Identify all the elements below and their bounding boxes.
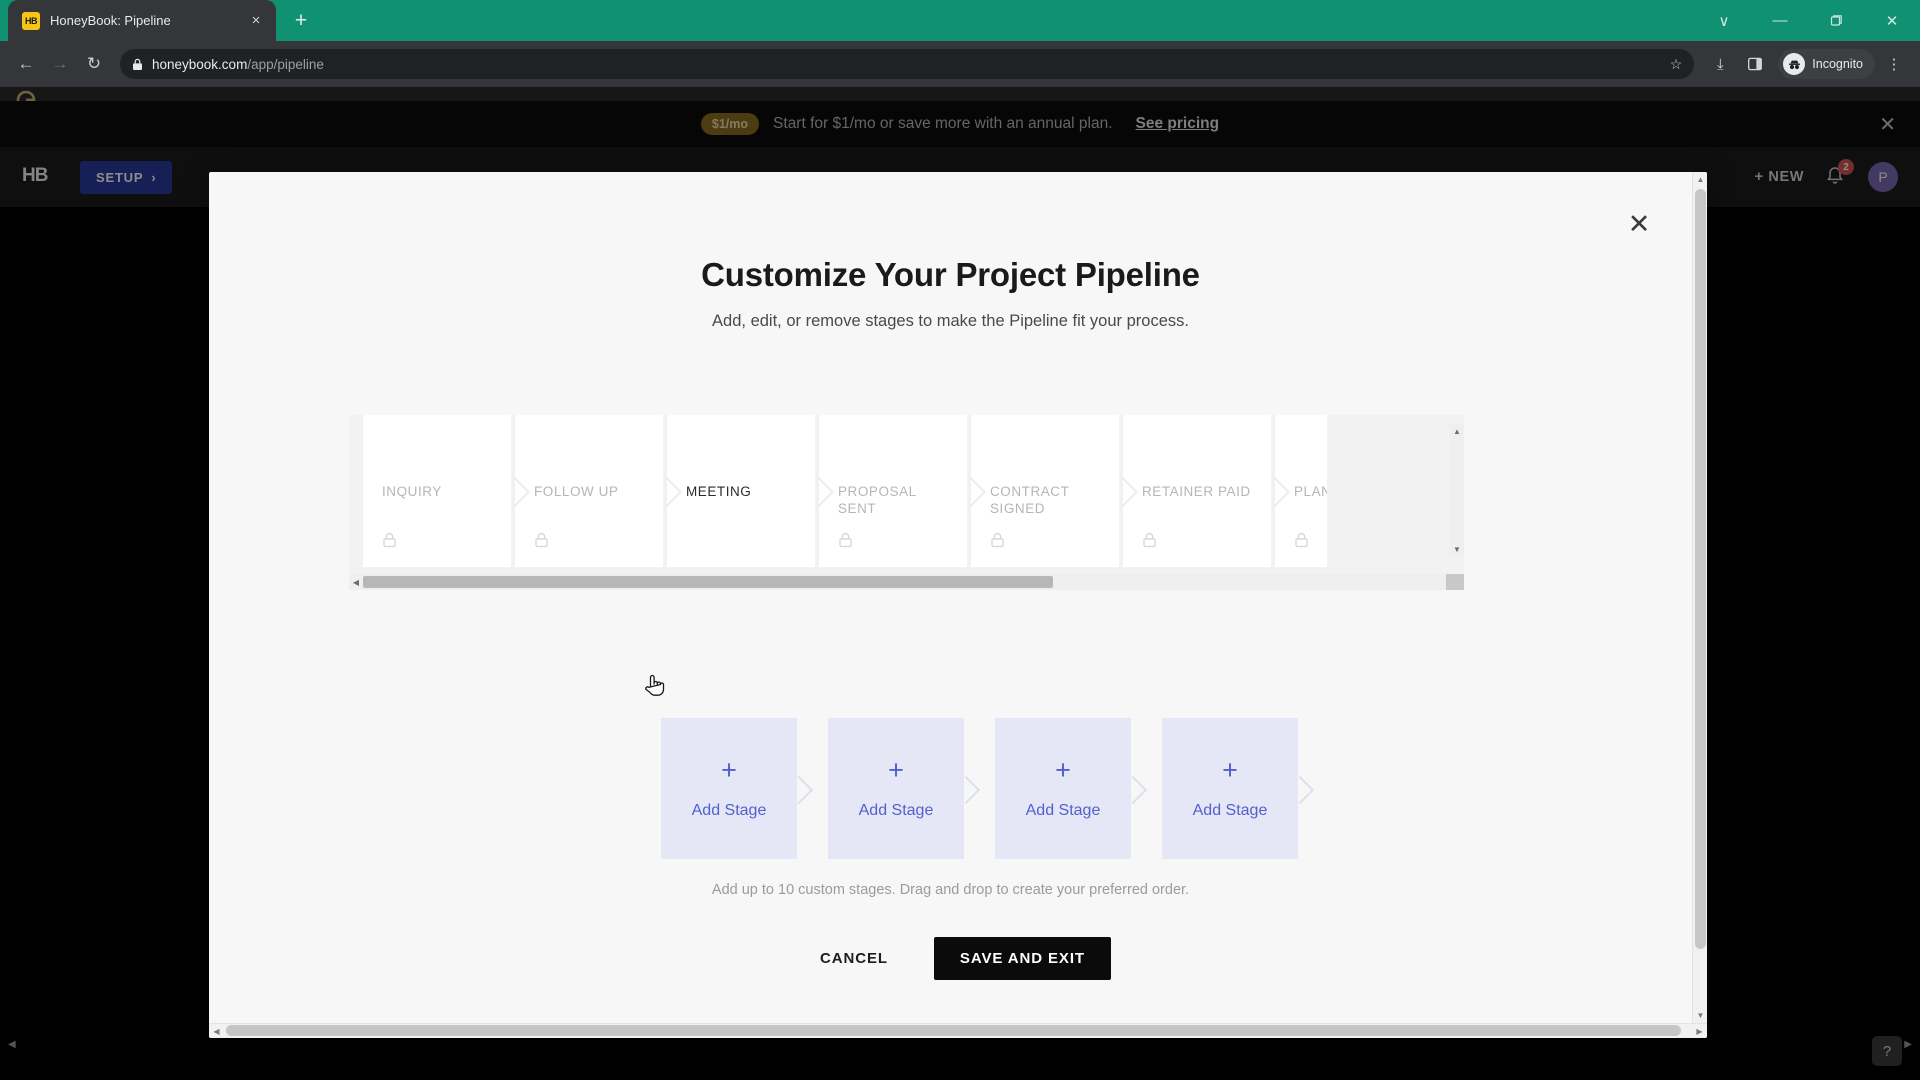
pipeline-stage-meeting[interactable]: MEETING <box>667 415 815 567</box>
incognito-label: Incognito <box>1812 57 1863 71</box>
add-stage-card-4[interactable]: + Add Stage <box>1162 718 1298 859</box>
plus-icon: + <box>888 755 904 785</box>
pipeline-scroll-left-icon[interactable]: ◀ <box>349 574 363 590</box>
incognito-profile-button[interactable]: Incognito <box>1778 49 1875 79</box>
stage-label: MEETING <box>686 484 752 499</box>
modal-scroll-left-icon[interactable]: ◀ <box>209 1024 224 1039</box>
stage-label: PLAN <box>1294 484 1327 499</box>
browser-toolbar: ← → ↻ honeybook.com/app/pipeline ☆ ⤓ Inc… <box>0 41 1920 87</box>
stage-label: INQUIRY <box>382 484 442 499</box>
scrollbar-corner <box>1446 574 1464 590</box>
add-stage-card-1[interactable]: + Add Stage <box>661 718 797 859</box>
modal-scroll-down-icon[interactable]: ▼ <box>1693 1008 1707 1023</box>
tab-title: HoneyBook: Pipeline <box>50 13 171 28</box>
add-stage-label: Add Stage <box>1192 802 1268 819</box>
pipeline-stage-inquiry[interactable]: INQUIRY <box>363 415 511 567</box>
modal-vertical-scrollbar[interactable]: ▲ ▼ <box>1692 172 1707 1038</box>
url-domain: honeybook.com <box>152 56 248 72</box>
pipeline-scroll-track[interactable] <box>363 576 1450 588</box>
add-stage-row: + Add Stage + Add Stage + Add Stage + Ad… <box>661 718 1298 859</box>
plus-icon: + <box>721 755 737 785</box>
tab-search-chevron-icon[interactable]: ∨ <box>1696 0 1752 41</box>
reload-icon[interactable]: ↻ <box>78 48 110 80</box>
pipeline-scroll-down-icon[interactable]: ▼ <box>1453 542 1461 556</box>
pipeline-stage-follow-up[interactable]: FOLLOW UP <box>515 415 663 567</box>
stage-label: CONTRACT SIGNED <box>990 484 1070 517</box>
minimize-icon[interactable]: — <box>1752 0 1808 41</box>
url-path: /app/pipeline <box>247 56 324 72</box>
modal-scroll-up-icon[interactable]: ▲ <box>1693 172 1707 187</box>
site-lock-icon <box>133 58 142 70</box>
pipeline-stage-track: INQUIRY FOLLOW UP MEETING PROPOSAL SENT … <box>363 415 1451 567</box>
incognito-glyph <box>1788 60 1800 69</box>
add-stage-card-2[interactable]: + Add Stage <box>828 718 964 859</box>
modal-scroll-thumb-horizontal[interactable] <box>226 1025 1681 1036</box>
window-controls: ∨ — ✕ <box>1696 0 1920 41</box>
forward-icon[interactable]: → <box>44 48 76 80</box>
pipeline-horizontal-scrollbar[interactable]: ◀ ▶ <box>349 574 1464 590</box>
add-stage-label: Add Stage <box>691 802 767 819</box>
pipeline-scroll-up-icon[interactable]: ▲ <box>1453 424 1461 438</box>
add-stage-card-3[interactable]: + Add Stage <box>995 718 1131 859</box>
stage-label: RETAINER PAID <box>1142 484 1251 499</box>
browser-window: HB HoneyBook: Pipeline × + ∨ — ✕ ← → ↻ h… <box>0 0 1920 1080</box>
maximize-glyph <box>1830 15 1842 26</box>
pipeline-stage-proposal-sent[interactable]: PROPOSAL SENT <box>819 415 967 567</box>
lock-icon <box>991 532 1004 548</box>
add-stage-label: Add Stage <box>858 802 934 819</box>
close-window-icon[interactable]: ✕ <box>1864 0 1920 41</box>
honeybook-favicon: HB <box>22 11 40 30</box>
modal-subtitle: Add, edit, or remove stages to make the … <box>712 312 1189 330</box>
pipeline-stage-contract-signed[interactable]: CONTRACT SIGNED <box>971 415 1119 567</box>
lock-icon <box>839 532 852 548</box>
back-icon[interactable]: ← <box>10 48 42 80</box>
lock-icon <box>1143 532 1156 548</box>
lock-icon <box>535 532 548 548</box>
url-text: honeybook.com/app/pipeline <box>152 57 324 72</box>
close-icon[interactable]: ✕ <box>1624 209 1654 239</box>
side-panel-icon[interactable] <box>1739 48 1771 80</box>
new-tab-button[interactable]: + <box>286 6 316 36</box>
pipeline-carousel: INQUIRY FOLLOW UP MEETING PROPOSAL SENT … <box>349 415 1464 590</box>
modal-scroll-right-icon[interactable]: ▶ <box>1692 1024 1707 1039</box>
add-stage-hint: Add up to 10 custom stages. Drag and dro… <box>711 882 1190 898</box>
customize-pipeline-modal: ✕ Customize Your Project Pipeline Add, e… <box>209 172 1707 1038</box>
incognito-avatar-icon <box>1783 53 1806 75</box>
stage-label: PROPOSAL SENT <box>838 484 917 517</box>
tab-close-icon[interactable]: × <box>246 11 266 31</box>
browser-menu-icon[interactable]: ⋮ <box>1878 48 1910 80</box>
pipeline-stage-retainer-paid[interactable]: RETAINER PAID <box>1123 415 1271 567</box>
download-icon[interactable]: ⤓ <box>1704 48 1736 80</box>
lock-icon <box>1295 532 1308 548</box>
tab-strip: HB HoneyBook: Pipeline × + ∨ — ✕ <box>0 0 1920 41</box>
modal-horizontal-scrollbar[interactable]: ◀ ▶ <box>209 1023 1707 1038</box>
pipeline-scroll-thumb[interactable] <box>363 576 1053 588</box>
side-panel-glyph <box>1748 57 1763 71</box>
save-and-exit-button[interactable]: SAVE AND EXIT <box>933 937 1111 980</box>
toolbar-actions: ⤓ Incognito ⋮ <box>1704 48 1910 80</box>
page-title: Customize Your Project Pipeline <box>701 256 1200 293</box>
lock-icon <box>383 532 396 548</box>
plus-icon: + <box>1222 755 1238 785</box>
modal-scroll-thumb-vertical[interactable] <box>1695 189 1706 949</box>
maximize-icon[interactable] <box>1808 0 1864 41</box>
modal-actions: CANCEL SAVE AND EXIT <box>209 937 1692 980</box>
modal-body: ✕ Customize Your Project Pipeline Add, e… <box>209 172 1692 1023</box>
plus-icon: + <box>1055 755 1071 785</box>
pipeline-vertical-scrollbar[interactable]: ▲ ▼ <box>1450 424 1464 556</box>
bookmark-star-icon[interactable]: ☆ <box>1670 56 1683 73</box>
stage-label: FOLLOW UP <box>534 484 619 499</box>
cancel-button[interactable]: CANCEL <box>790 937 918 980</box>
add-stage-label: Add Stage <box>1025 802 1101 819</box>
address-bar[interactable]: honeybook.com/app/pipeline ☆ <box>120 49 1695 79</box>
browser-tab-honeybook[interactable]: HB HoneyBook: Pipeline × <box>8 0 276 41</box>
